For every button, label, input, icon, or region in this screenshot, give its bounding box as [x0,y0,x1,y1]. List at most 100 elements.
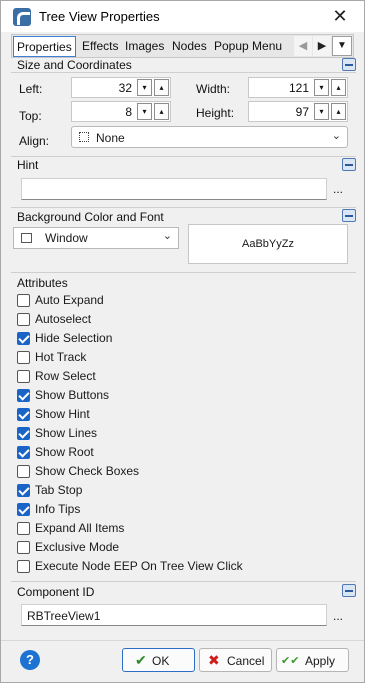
width-increment-icon[interactable]: ▴ [331,79,346,96]
checkbox[interactable] [17,503,30,516]
checkbox-label: Show Root [35,445,94,459]
top-spinner[interactable]: 8 ▾ ▴ [71,101,171,122]
divider [11,581,356,582]
checkbox-label: Hide Selection [35,331,113,345]
tab-scroll-right-icon[interactable]: ▶ [313,36,331,56]
checkbox-label: Execute Node EEP On Tree View Click [35,559,243,573]
ok-label: OK [152,654,170,668]
checkbox[interactable] [17,522,30,535]
left-label: Left: [19,82,43,96]
attributes-heading: Attributes [17,276,68,290]
checkbox-label: Exclusive Mode [35,540,120,554]
chevron-down-icon: ⌄ [331,130,341,142]
checkbox[interactable] [17,465,30,478]
checkbox-label: Show Buttons [35,388,110,402]
checkbox-label: Tab Stop [35,483,83,497]
width-spinner[interactable]: 121 ▾ ▴ [248,77,348,98]
checkbox[interactable] [17,389,30,402]
font-preview-button[interactable]: AaBbYyZz [188,224,348,264]
app-tree-icon [13,8,31,26]
height-decrement-icon[interactable]: ▾ [314,103,329,120]
size-coords-heading: Size and Coordinates [17,58,132,72]
checkbox[interactable] [17,484,30,497]
align-select[interactable]: None ⌄ [71,126,348,148]
checkbox[interactable] [17,541,30,554]
chevron-down-icon: ⌄ [162,230,172,242]
checkbox-label: Expand All Items [35,521,125,535]
divider [11,207,356,208]
left-spinner[interactable]: 32 ▾ ▴ [71,77,171,98]
ok-button[interactable]: ✔ OK [122,648,195,672]
checkbox-label: Show Hint [35,407,90,421]
divider [11,272,356,273]
hint-browse-button[interactable]: ... [331,182,345,196]
height-spinner[interactable]: 97 ▾ ▴ [248,101,348,122]
top-increment-icon[interactable]: ▴ [154,103,169,120]
tab-nodes[interactable]: Nodes [169,36,210,57]
tab-strip: Properties Effects Images Nodes Popup Me… [11,34,354,58]
hint-collapse-icon[interactable] [342,158,356,171]
top-value: 8 [125,105,132,119]
dialog-footer: ? ✔ OK ✖ Cancel ✔✔ Apply [1,640,364,682]
properties-dialog: Tree View Properties ✕ Properties Effect… [0,0,365,683]
checkbox[interactable] [17,294,30,307]
close-icon[interactable]: ✕ [328,5,352,27]
tab-list-dropdown-icon[interactable]: ▼ [332,36,352,56]
component-id-heading: Component ID [17,585,95,599]
checkbox[interactable] [17,332,30,345]
height-increment-icon[interactable]: ▴ [331,103,346,120]
checkbox[interactable] [17,370,30,383]
font-preview-text: AaBbYyZz [242,238,294,250]
title-bar: Tree View Properties ✕ [1,1,364,32]
apply-label: Apply [305,654,336,668]
component-id-input[interactable]: RBTreeView1 [21,604,327,626]
component-id-collapse-icon[interactable] [342,584,356,597]
checkbox[interactable] [17,560,30,573]
background-collapse-icon[interactable] [342,209,356,222]
tab-popup-menu[interactable]: Popup Menu [211,36,285,57]
checkbox[interactable] [17,446,30,459]
checkbox-label: Info Tips [35,502,81,516]
apply-button[interactable]: ✔✔ Apply [276,648,349,672]
left-increment-icon[interactable]: ▴ [154,79,169,96]
tab-scroll-left-icon[interactable]: ◀ [294,36,312,56]
checkbox[interactable] [17,313,30,326]
width-label: Width: [196,82,231,96]
apply-check-icon: ✔✔ [281,655,300,667]
checkbox[interactable] [17,408,30,421]
size-coords-collapse-icon[interactable] [342,58,356,71]
tab-images[interactable]: Images [122,36,167,57]
cancel-label: Cancel [227,654,265,668]
ok-check-icon: ✔ [135,652,147,668]
tab-effects[interactable]: Effects [79,36,121,57]
window-title: Tree View Properties [39,9,160,24]
top-label: Top: [19,109,42,123]
tab-properties[interactable]: Properties [13,36,76,57]
help-icon[interactable]: ? [20,650,40,670]
align-label: Align: [19,134,50,148]
top-decrement-icon[interactable]: ▾ [137,103,152,120]
checkbox-label: Autoselect [35,312,92,326]
width-value: 121 [288,81,309,95]
checkbox[interactable] [17,427,30,440]
cancel-x-icon: ✖ [208,652,220,668]
cancel-button[interactable]: ✖ Cancel [199,648,272,672]
hint-input[interactable] [21,178,327,200]
left-value: 32 [118,81,132,95]
checkbox-label: Show Check Boxes [35,464,140,478]
left-decrement-icon[interactable]: ▾ [137,79,152,96]
background-heading: Background Color and Font [17,210,164,224]
component-id-browse-button[interactable]: ... [331,609,345,623]
divider [11,72,356,73]
checkbox[interactable] [17,351,30,364]
hint-heading: Hint [17,158,39,172]
width-decrement-icon[interactable]: ▾ [314,79,329,96]
background-color-select[interactable]: Window ⌄ [13,227,179,249]
align-none-icon [79,132,89,142]
checkbox-label: Hot Track [35,350,87,364]
background-color-value: Window [45,231,88,245]
color-swatch [21,233,32,243]
height-label: Height: [196,106,235,120]
align-value: None [96,131,125,145]
height-value: 97 [295,105,309,119]
